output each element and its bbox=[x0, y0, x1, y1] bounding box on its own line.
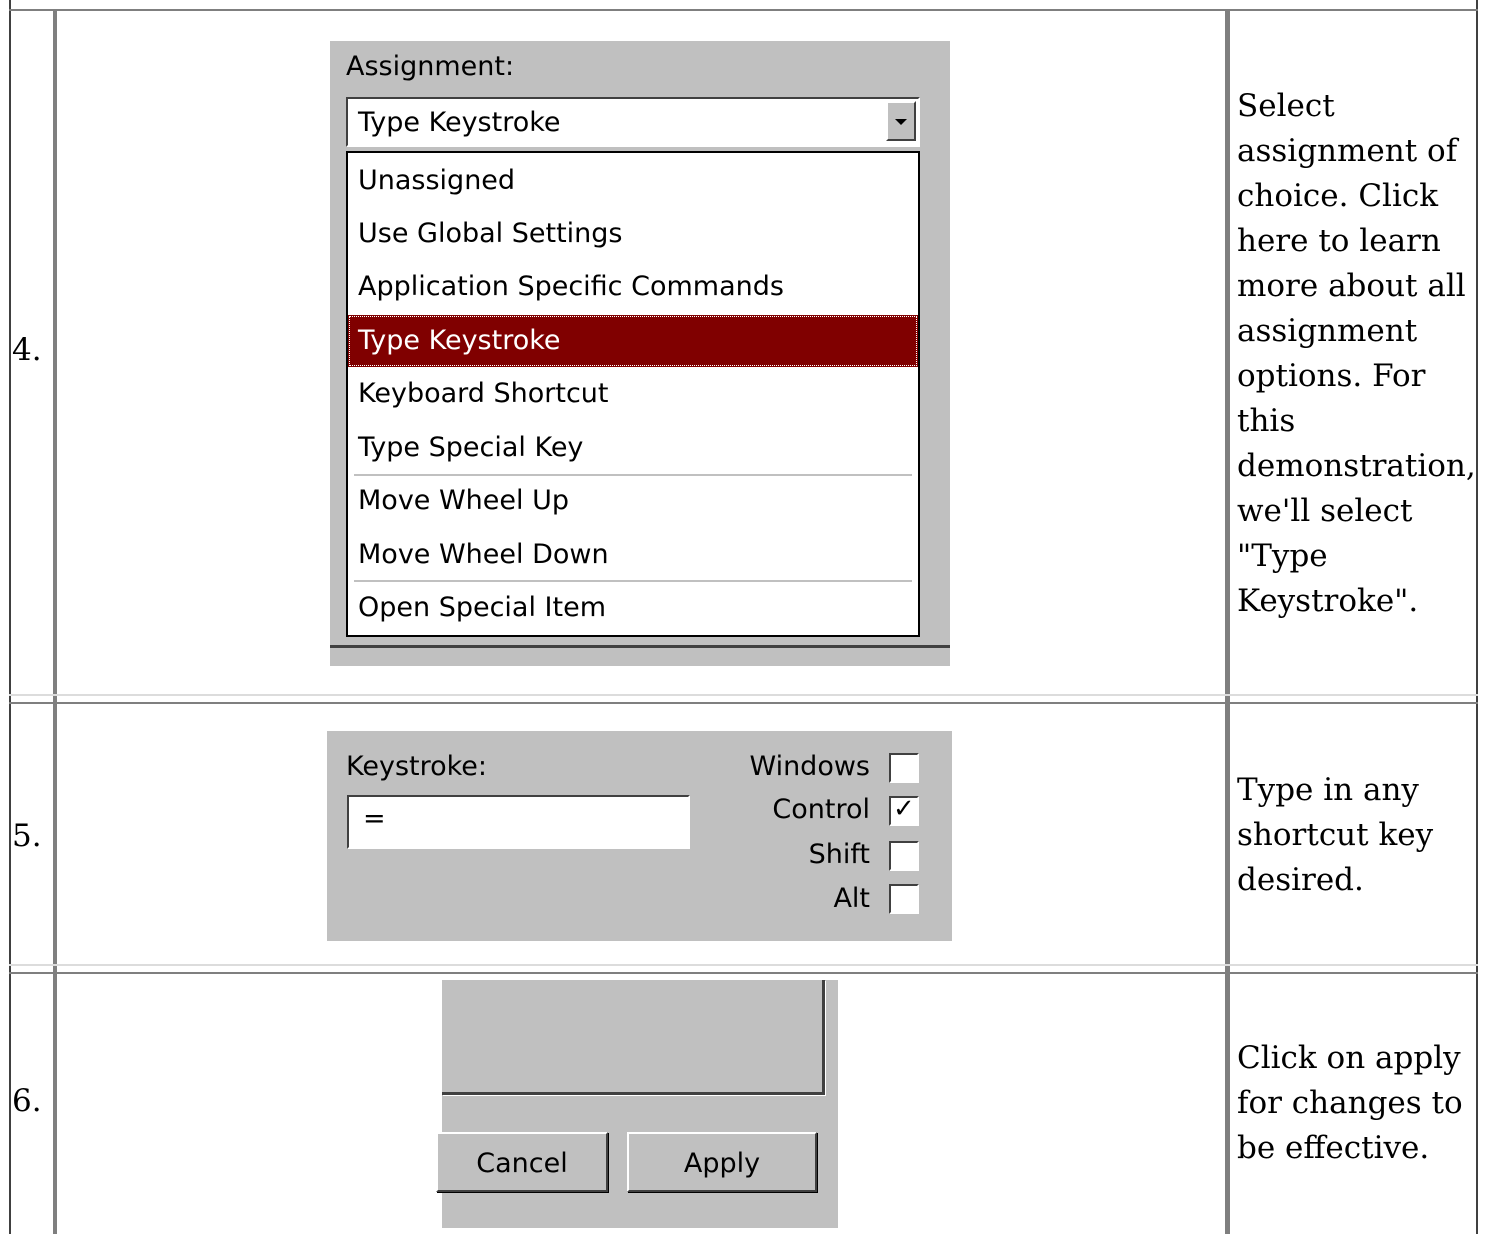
dropdown-button[interactable] bbox=[886, 101, 916, 141]
table-border-left bbox=[9, 0, 11, 1234]
windows-checkbox[interactable] bbox=[889, 753, 919, 783]
step-description: Click on apply for changes to be effecti… bbox=[1237, 1040, 1463, 1166]
step-number: 5. bbox=[12, 818, 42, 854]
option-open-special-item[interactable]: Open Special Item bbox=[348, 582, 918, 634]
modifier-label-shift: Shift bbox=[808, 839, 870, 870]
row-border bbox=[9, 972, 1478, 974]
checkmark-icon: ✓ bbox=[893, 794, 915, 824]
apply-panel: Cancel Apply bbox=[436, 980, 838, 1228]
option-type-special-key[interactable]: Type Special Key bbox=[348, 422, 918, 474]
dialog-bottom-edge bbox=[330, 645, 950, 648]
modifier-label-alt: Alt bbox=[833, 883, 870, 914]
option-type-keystroke[interactable]: Type Keystroke bbox=[348, 315, 918, 367]
keystroke-panel: Keystroke: = Windows Control ✓ Shift Alt bbox=[327, 731, 952, 941]
assignment-dropdown-list: Unassigned Use Global Settings Applicati… bbox=[346, 151, 920, 637]
control-checkbox[interactable]: ✓ bbox=[889, 794, 919, 826]
keystroke-value: = bbox=[363, 803, 386, 834]
row-border bbox=[9, 702, 1478, 704]
cell-border bbox=[1225, 9, 1230, 1234]
assignment-label: Assignment: bbox=[346, 51, 515, 82]
cell-border bbox=[53, 9, 57, 1234]
assignment-dialog: Assignment: Type Keystroke Unassigned Us… bbox=[330, 41, 950, 666]
alt-checkbox[interactable] bbox=[889, 884, 919, 914]
option-application-specific-commands[interactable]: Application Specific Commands bbox=[348, 261, 918, 313]
modifier-label-windows: Windows bbox=[749, 751, 870, 782]
keystroke-input[interactable]: = bbox=[347, 795, 690, 849]
groupbox-edge bbox=[442, 980, 825, 1095]
row-border bbox=[9, 694, 1478, 696]
row-border bbox=[9, 964, 1478, 966]
step-description: Select assignment of choice. Click here … bbox=[1237, 88, 1476, 619]
option-use-global-settings[interactable]: Use Global Settings bbox=[348, 208, 918, 260]
cancel-button[interactable]: Cancel bbox=[436, 1132, 608, 1192]
step-number: 4. bbox=[12, 332, 42, 368]
step-description: Type in any shortcut key desired. bbox=[1237, 772, 1434, 898]
table-border-right bbox=[1476, 0, 1478, 1234]
row-border bbox=[9, 9, 1478, 11]
option-unassigned[interactable]: Unassigned bbox=[348, 155, 918, 207]
combo-value: Type Keystroke bbox=[358, 107, 561, 138]
option-move-wheel-down[interactable]: Move Wheel Down bbox=[348, 529, 918, 581]
shift-checkbox[interactable] bbox=[889, 841, 919, 871]
assignment-combo[interactable]: Type Keystroke bbox=[346, 97, 920, 147]
chevron-down-icon bbox=[895, 119, 907, 125]
keystroke-label: Keystroke: bbox=[346, 751, 488, 782]
step-number: 6. bbox=[12, 1083, 42, 1119]
modifier-label-control: Control bbox=[772, 794, 870, 825]
apply-button[interactable]: Apply bbox=[627, 1132, 817, 1192]
option-keyboard-shortcut[interactable]: Keyboard Shortcut bbox=[348, 368, 918, 420]
option-move-wheel-up[interactable]: Move Wheel Up bbox=[348, 475, 918, 527]
